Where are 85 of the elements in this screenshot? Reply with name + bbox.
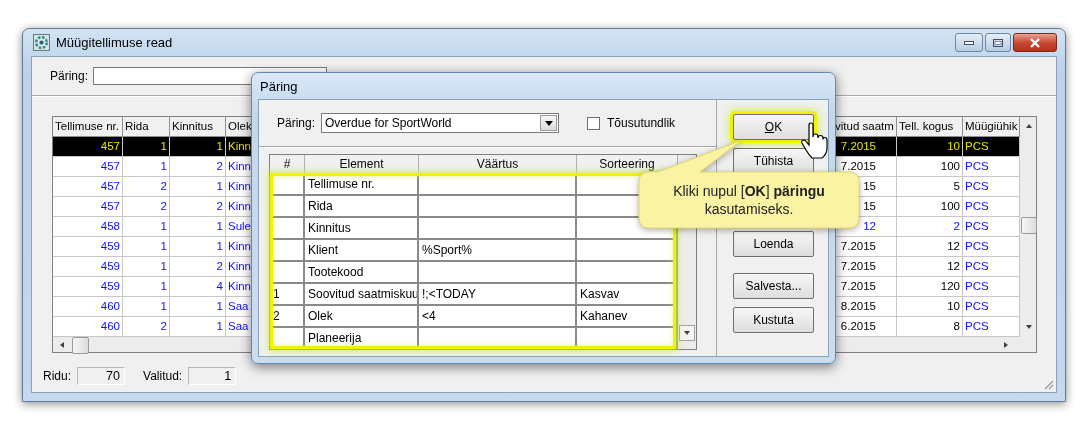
table-cell[interactable]: !;<TODAY — [419, 284, 577, 306]
dropdown-caret-icon[interactable] — [544, 120, 553, 126]
table-cell[interactable]: %Sport% — [419, 240, 577, 262]
rows-label: Ridu: — [43, 369, 71, 383]
table-cell[interactable]: <4 — [419, 306, 577, 328]
hand-cursor-icon — [800, 122, 830, 160]
table-cell: 10 — [897, 297, 963, 317]
maximize-button[interactable] — [985, 33, 1011, 52]
dialog-button[interactable]: Loenda — [733, 231, 814, 257]
resize-grip-icon[interactable] — [1042, 378, 1054, 390]
table-cell: 4 — [170, 277, 226, 297]
table-cell[interactable] — [419, 218, 577, 240]
selected-label: Valitud: — [143, 369, 183, 383]
column-header[interactable]: vitud saatm — [833, 117, 897, 137]
table-cell: 1 — [123, 137, 170, 157]
table-cell[interactable]: Rida — [305, 196, 419, 218]
table-cell: 2 — [170, 257, 226, 277]
dialog-button[interactable]: Kustuta — [733, 307, 814, 333]
dialog-button[interactable]: OK — [733, 114, 814, 140]
ring-icon — [33, 34, 50, 51]
table-cell[interactable] — [419, 196, 577, 218]
table-cell: 459 — [53, 277, 123, 297]
table-cell: 459 — [53, 237, 123, 257]
callout-text: Kliki nupul [OK] päringu kasutamiseks. — [672, 182, 826, 218]
scroll-thumb[interactable] — [1021, 217, 1037, 234]
table-cell: 100 — [897, 157, 963, 177]
table-cell: 100 — [897, 197, 963, 217]
table-cell: 1 — [170, 237, 226, 257]
column-header[interactable]: Tell. kogus — [897, 117, 963, 137]
column-header[interactable]: Rida — [123, 117, 170, 137]
table-cell: 1 — [123, 277, 170, 297]
table-cell[interactable]: Klient — [305, 240, 419, 262]
table-cell: 1 — [170, 177, 226, 197]
column-header[interactable]: Tellimuse nr. — [53, 117, 123, 137]
maximize-icon[interactable] — [993, 38, 1003, 47]
table-cell: 1 — [123, 237, 170, 257]
vertical-scrollbar[interactable] — [1020, 117, 1036, 337]
column-header[interactable]: Kinnitus — [170, 117, 226, 137]
table-cell: PCS — [963, 137, 1020, 157]
table-cell[interactable]: Planeerija — [305, 328, 419, 349]
table-cell: 1 — [123, 297, 170, 317]
table-cell: 12 — [897, 257, 963, 277]
table-cell: 457 — [53, 197, 123, 217]
close-icon[interactable] — [1029, 37, 1041, 48]
table-cell: 120 — [897, 277, 963, 297]
minimize-button[interactable] — [955, 33, 983, 52]
table-cell: 2 — [123, 177, 170, 197]
checkbox-label[interactable]: Tõusutundlik — [607, 116, 676, 130]
table-cell: 457 — [53, 177, 123, 197]
table-cell: 1 — [170, 137, 226, 157]
table-cell: 457 — [53, 157, 123, 177]
table-cell: 10 — [897, 137, 963, 157]
table-cell: 7.2015 — [833, 137, 897, 157]
query-dropdown[interactable]: Overdue for SportWorld — [321, 113, 560, 133]
minimize-icon[interactable] — [964, 40, 974, 45]
selected-count: 1 — [188, 367, 237, 385]
rows-count: 70 — [77, 367, 125, 385]
table-cell: 459 — [53, 257, 123, 277]
table-cell: 1 — [123, 217, 170, 237]
table-cell[interactable]: Kinnitus — [305, 218, 419, 240]
close-button[interactable] — [1013, 33, 1057, 52]
table-cell: 1 — [170, 217, 226, 237]
table-cell: 2 — [170, 197, 226, 217]
table-cell: 460 — [53, 297, 123, 317]
table-cell: 457 — [53, 137, 123, 157]
table-cell[interactable]: Olek — [305, 306, 419, 328]
table-cell: 2 — [170, 157, 226, 177]
table-cell[interactable] — [419, 262, 577, 284]
table-cell: 1 — [170, 297, 226, 317]
column-header[interactable]: Müügiühik — [963, 117, 1020, 137]
table-cell: 2 — [123, 197, 170, 217]
table-cell[interactable]: Tootekood — [305, 262, 419, 284]
window-title: Müügitellimuse read — [56, 35, 173, 50]
query-label: Päring: — [277, 116, 316, 130]
dialog-title: Päring — [260, 79, 298, 94]
table-cell: 2 — [897, 217, 963, 237]
checkbox[interactable] — [587, 116, 601, 130]
table-cell: 1 — [123, 257, 170, 277]
table-cell: 12 — [897, 237, 963, 257]
table-cell: 458 — [53, 217, 123, 237]
query-label: Päring: — [50, 69, 89, 83]
table-cell: 1 — [123, 157, 170, 177]
scroll-thumb[interactable] — [72, 337, 89, 354]
dialog-button[interactable]: Salvesta... — [733, 273, 814, 299]
table-cell: 5 — [897, 177, 963, 197]
